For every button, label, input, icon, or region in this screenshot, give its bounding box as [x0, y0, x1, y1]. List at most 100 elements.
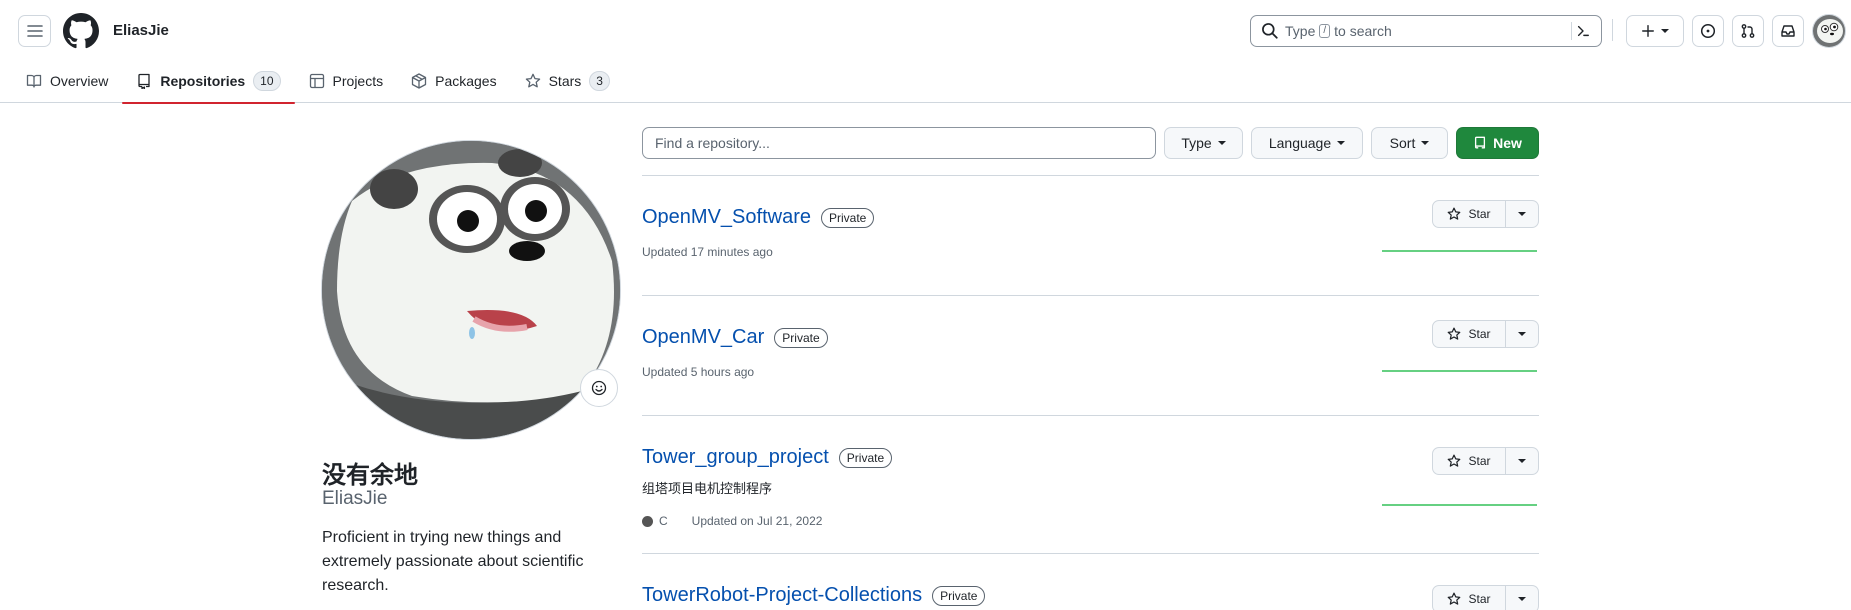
new-button-label: New: [1493, 135, 1522, 151]
visibility-badge: Private: [838, 447, 893, 468]
global-header: EliasJie Type / to search Overview Repos…: [0, 0, 1851, 104]
tab-projects[interactable]: Projects: [295, 58, 398, 103]
list-item: OpenMV_Car Private Updated 5 hours ago S…: [642, 295, 1539, 415]
user-avatar[interactable]: [1812, 14, 1846, 48]
repositories-count-badge: 10: [253, 70, 281, 91]
star-icon: [1448, 207, 1461, 220]
activity-sparkline: [1382, 250, 1537, 252]
repo-title-row: OpenMV_Software Private: [642, 206, 875, 229]
chevron-down-icon: [1518, 332, 1526, 336]
star-icon: [1448, 327, 1461, 340]
star-label: Star: [1468, 454, 1491, 468]
hamburger-icon: [26, 25, 43, 37]
issue-icon: [1700, 23, 1716, 39]
repo-title-row: Tower_group_project Private: [642, 446, 893, 469]
pull-requests-button[interactable]: [1732, 15, 1764, 47]
star-list-dropdown[interactable]: [1506, 447, 1539, 475]
new-repository-button[interactable]: New: [1456, 127, 1539, 159]
create-new-button[interactable]: [1626, 15, 1684, 47]
visibility-badge: Private: [774, 327, 828, 348]
repo-updated: Updated 5 hours ago: [642, 365, 755, 379]
tab-packages[interactable]: Packages: [397, 58, 510, 103]
smiley-icon: [591, 380, 607, 396]
package-icon: [411, 72, 427, 89]
list-item: Tower_group_project Private 组塔项目电机控制程序 C…: [642, 415, 1539, 553]
repo-meta: C Updated on Jul 21, 2022: [642, 514, 822, 528]
repo-updated: Updated on Jul 21, 2022: [691, 514, 823, 528]
activity-sparkline: [1382, 370, 1537, 372]
star-group: Star: [1432, 320, 1539, 348]
list-item: OpenMV_Software Private Updated 17 minut…: [642, 175, 1539, 295]
profile-tabs: Overview Repositories 10 Projects Packag…: [0, 58, 624, 104]
language-color-dot: [642, 515, 653, 527]
type-filter-button[interactable]: Type: [1164, 127, 1243, 159]
profile-display-name: 没有余地: [322, 461, 418, 489]
repository-list: OpenMV_Software Private Updated 17 minut…: [642, 175, 1539, 610]
chevron-down-icon: [1337, 141, 1346, 145]
language-filter-button[interactable]: Language: [1251, 127, 1363, 159]
star-button[interactable]: Star: [1432, 200, 1506, 228]
repo-meta: Updated 5 hours ago: [642, 365, 754, 379]
sort-label: Sort: [1389, 135, 1416, 151]
repo-icon: [138, 73, 151, 89]
tab-repositories[interactable]: Repositories 10: [122, 58, 295, 104]
star-group: Star: [1432, 200, 1539, 228]
tab-label: Projects: [332, 72, 384, 89]
sort-button[interactable]: Sort: [1371, 127, 1448, 159]
github-logo-icon[interactable]: [63, 13, 99, 49]
search-suffix: to search: [1334, 23, 1392, 39]
tab-stars[interactable]: Stars 3: [511, 58, 624, 103]
tab-label: Stars: [548, 72, 582, 89]
star-button[interactable]: Star: [1432, 447, 1506, 475]
search-prefix: Type: [1285, 23, 1316, 39]
tab-label: Overview: [50, 72, 109, 89]
star-button[interactable]: Star: [1432, 585, 1506, 610]
tab-label: Packages: [435, 72, 497, 89]
star-icon: [525, 73, 540, 87]
inbox-icon: [1781, 25, 1795, 37]
repo-name-link[interactable]: Tower_group_project: [642, 446, 829, 469]
chevron-down-icon: [1518, 597, 1526, 601]
header-divider: [1612, 19, 1613, 41]
search-input[interactable]: Type / to search: [1250, 15, 1602, 47]
menu-button[interactable]: [18, 15, 51, 47]
profile-avatar[interactable]: [321, 140, 621, 440]
table-icon: [309, 73, 324, 88]
pull-request-icon: [1741, 24, 1755, 38]
tab-overview[interactable]: Overview: [0, 58, 122, 103]
repo-name-link[interactable]: OpenMV_Car: [642, 326, 764, 349]
star-icon: [1448, 592, 1461, 605]
activity-sparkline: [1382, 504, 1537, 506]
visibility-badge: Private: [820, 207, 875, 228]
chevron-down-icon: [1661, 29, 1669, 33]
language-filter-label: Language: [1268, 135, 1332, 151]
find-repository-input[interactable]: [642, 127, 1156, 159]
repo-name-link[interactable]: OpenMV_Software: [642, 206, 811, 229]
chevron-down-icon: [1421, 141, 1430, 145]
chevron-down-icon: [1518, 459, 1526, 463]
repo-meta: Updated 17 minutes ago: [642, 245, 773, 259]
star-list-dropdown[interactable]: [1506, 320, 1539, 348]
search-icon: [1262, 23, 1278, 39]
repo-language: C: [659, 514, 668, 528]
search-shortcut-key: /: [1319, 24, 1331, 38]
star-list-dropdown[interactable]: [1506, 585, 1539, 610]
star-button[interactable]: Star: [1432, 320, 1506, 348]
chevron-down-icon: [1217, 141, 1226, 145]
set-status-button[interactable]: [580, 369, 618, 407]
star-label: Star: [1468, 592, 1491, 606]
issues-button[interactable]: [1692, 15, 1724, 47]
repo-name-link[interactable]: TowerRobot-Project-Collections: [642, 584, 922, 607]
list-item: TowerRobot-Project-Collections Private S…: [642, 553, 1539, 610]
profile-login: EliasJie: [322, 488, 388, 509]
profile-bio: Proficient in trying new things and extr…: [322, 529, 584, 594]
plus-icon: [1642, 25, 1654, 37]
star-icon: [1448, 454, 1461, 467]
tab-label: Repositories: [160, 72, 246, 89]
repo-title-row: OpenMV_Car Private: [642, 326, 828, 349]
inbox-button[interactable]: [1772, 15, 1804, 47]
header-username[interactable]: EliasJie: [113, 22, 169, 39]
star-list-dropdown[interactable]: [1506, 200, 1539, 228]
command-palette-icon[interactable]: [1571, 22, 1593, 40]
repo-icon: [1475, 136, 1486, 149]
